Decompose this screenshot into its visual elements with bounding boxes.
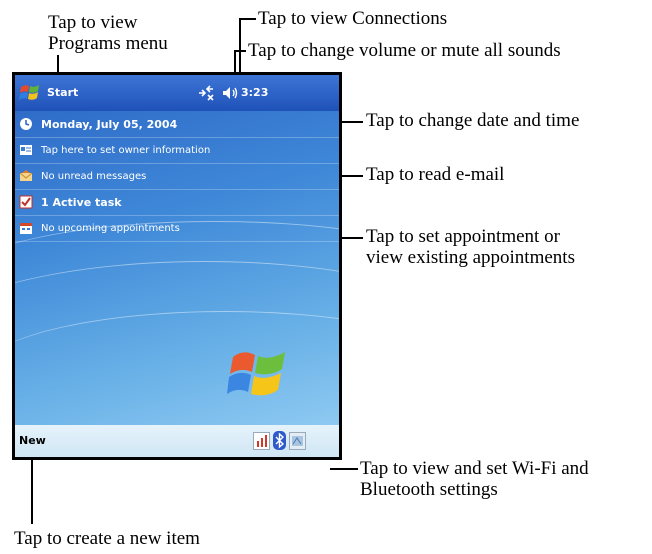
leader-line-connections-v <box>239 18 241 76</box>
calendar-icon <box>19 221 33 235</box>
leader-line-new-item <box>31 458 33 524</box>
clock-time[interactable]: 3:23 <box>241 86 268 99</box>
annotation-appointments-line2: view existing appointments <box>366 247 575 268</box>
leader-line-wifi <box>330 468 358 470</box>
appointments-row[interactable]: No upcoming appointments <box>15 215 339 242</box>
owner-card-icon <box>19 143 33 157</box>
appointments-text: No upcoming appointments <box>41 222 180 234</box>
annotation-programs-menu-line1: Tap to view <box>48 12 138 33</box>
bluetooth-icon[interactable] <box>273 431 286 450</box>
messages-text: No unread messages <box>41 170 147 182</box>
messages-row[interactable]: No unread messages <box>15 163 339 190</box>
wifi-icon[interactable] <box>253 432 270 450</box>
annotation-date-time: Tap to change date and time <box>366 110 580 131</box>
date-text: Monday, July 05, 2004 <box>41 117 178 131</box>
annotation-email: Tap to read e-mail <box>366 164 505 185</box>
leader-line-connections-h <box>239 18 256 20</box>
new-menu-label[interactable]: New <box>19 434 46 447</box>
pda-screen: Start 3:23 Monday, July 05, 2004 Tap her… <box>12 72 342 460</box>
owner-text: Tap here to set owner information <box>41 144 211 156</box>
task-check-icon <box>19 195 33 209</box>
annotation-wifi-bluetooth: Tap to view and set Wi-Fi and Bluetooth … <box>360 458 589 500</box>
envelope-icon <box>19 169 33 183</box>
annotation-wifi-line1: Tap to view and set Wi-Fi and <box>360 458 589 479</box>
connectivity-icon[interactable] <box>197 85 215 101</box>
title-bar: Start 3:23 <box>15 75 339 111</box>
start-menu-label[interactable]: Start <box>47 86 78 99</box>
annotation-volume: Tap to change volume or mute all sounds <box>248 40 561 61</box>
speaker-icon[interactable] <box>221 85 239 101</box>
annotation-new-item: Tap to create a new item <box>14 528 200 549</box>
windows-logo-icon <box>227 343 291 407</box>
bottom-bar: New <box>15 425 339 457</box>
owner-row[interactable]: Tap here to set owner information <box>15 137 339 164</box>
annotation-appointments: Tap to set appointment or view existing … <box>366 226 575 268</box>
clock-icon <box>19 117 33 131</box>
date-row[interactable]: Monday, July 05, 2004 <box>15 111 339 138</box>
annotation-appointments-line1: Tap to set appointment or <box>366 226 560 247</box>
settings-icon[interactable] <box>289 432 306 450</box>
annotation-programs-menu: Tap to view Programs menu <box>48 12 168 54</box>
windows-flag-icon[interactable] <box>19 81 43 105</box>
tasks-text: 1 Active task <box>41 195 122 209</box>
today-screen: Monday, July 05, 2004 Tap here to set ow… <box>15 111 339 429</box>
tasks-row[interactable]: 1 Active task <box>15 189 339 216</box>
annotation-connections: Tap to view Connections <box>258 8 448 29</box>
annotation-wifi-line2: Bluetooth settings <box>360 479 498 500</box>
annotation-programs-menu-line2: Programs menu <box>48 33 168 54</box>
